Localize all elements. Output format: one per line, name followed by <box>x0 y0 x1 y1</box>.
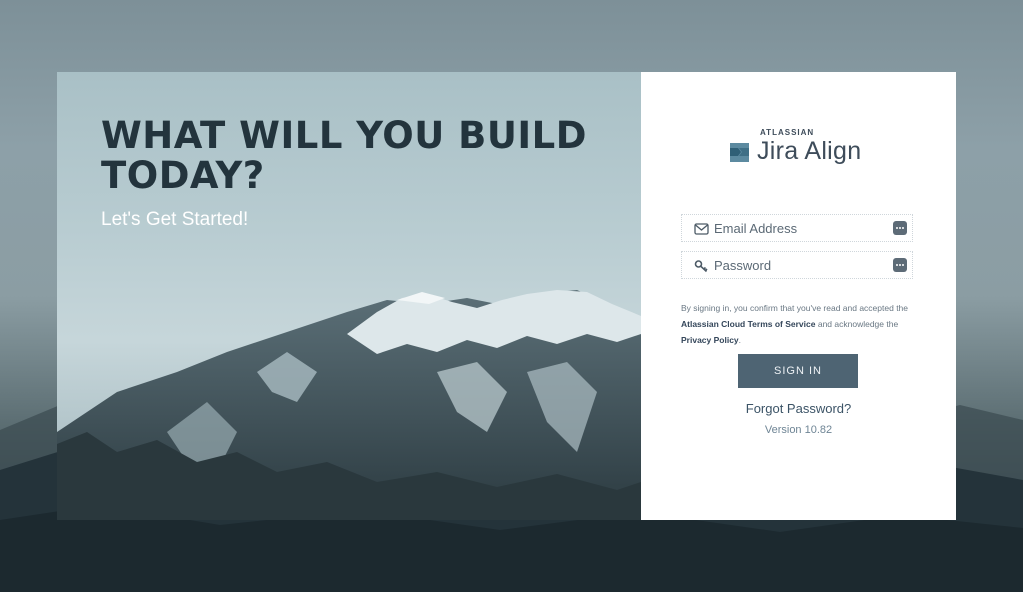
atlassian-wordmark: ATLASSIAN <box>760 128 815 137</box>
product-name: Jira Align <box>757 137 862 165</box>
password-field[interactable] <box>681 251 913 279</box>
legal-notice: By signing in, you confirm that you've r… <box>681 300 921 348</box>
legal-suffix: . <box>738 335 742 345</box>
password-input[interactable] <box>714 255 884 275</box>
sign-in-button[interactable]: SIGN IN <box>738 354 858 388</box>
email-input[interactable] <box>714 218 884 238</box>
email-field[interactable] <box>681 214 913 242</box>
hero-subheadline: Let's Get Started! <box>101 209 249 230</box>
legal-prefix: By signing in, you confirm that you've r… <box>681 303 909 313</box>
version-label: Version 10.82 <box>764 424 833 436</box>
legal-middle: and acknowledge the <box>817 319 899 329</box>
forgot-password-link[interactable]: Forgot Password? <box>641 401 956 416</box>
jira-align-logo: ATLASSIAN Jira Align <box>729 128 869 172</box>
jira-align-logo-icon <box>730 143 749 162</box>
login-panel: ATLASSIAN Jira Align By signing in, you … <box>641 72 956 520</box>
terms-link[interactable]: Atlassian Cloud Terms of Service <box>681 319 815 329</box>
dots-icon[interactable] <box>893 258 907 272</box>
dots-icon[interactable] <box>893 221 907 235</box>
privacy-link[interactable]: Privacy Policy <box>681 335 739 345</box>
key-icon <box>694 260 708 273</box>
hero-headline: WHAT WILL YOU BUILD TODAY? <box>101 114 587 197</box>
hero-panel: WHAT WILL YOU BUILD TODAY? Let's Get Sta… <box>57 72 641 520</box>
envelope-icon <box>694 223 709 235</box>
